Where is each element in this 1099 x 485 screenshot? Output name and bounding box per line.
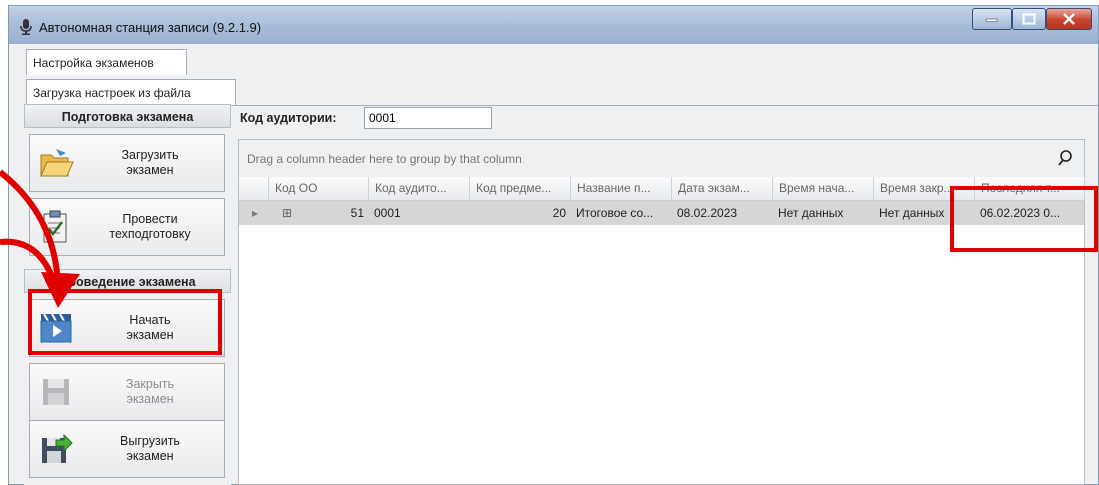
- microphone-icon: [19, 19, 33, 35]
- floppy-disk-icon: [38, 374, 74, 410]
- column-header-auditorium-code[interactable]: Код аудито...: [369, 177, 470, 201]
- maximize-button[interactable]: [1012, 8, 1046, 30]
- cell-name: Итоговое со...: [576, 206, 654, 220]
- table-row[interactable]: ▸ ⊞ 51 0001 20 Итоговое со... 08.02.2023…: [239, 201, 1084, 225]
- column-header-indicator: [239, 177, 269, 201]
- close-icon: [1063, 13, 1075, 25]
- section-title-conduct: Проведение экзамена: [24, 269, 231, 293]
- maximize-icon: [1022, 13, 1036, 25]
- column-header-end-time[interactable]: Время закр...: [874, 177, 975, 201]
- title-bar: Автономная станция записи (9.2.1.9): [9, 6, 1098, 44]
- close-exam-button[interactable]: Закрыть экзамен: [29, 363, 225, 421]
- tab-exam-settings[interactable]: Настройка экзаменов: [26, 49, 187, 75]
- tab-load-settings[interactable]: Загрузка настроек из файла: [26, 79, 236, 105]
- group-panel: Drag a column header here to group by th…: [239, 140, 1084, 178]
- close-exam-label: Закрыть экзамен: [125, 377, 175, 406]
- start-exam-button[interactable]: Начать экзамен: [29, 299, 225, 357]
- tech-prep-label: Провести техподготовку: [109, 212, 191, 241]
- column-header-oo-code[interactable]: Код ОО: [269, 177, 369, 201]
- section-title-preparation: Подготовка экзамена: [24, 104, 231, 128]
- tech-prep-button[interactable]: Провести техподготовку: [29, 198, 225, 256]
- cell-auditorium-code: 0001: [374, 206, 401, 220]
- clapperboard-play-icon: [38, 310, 74, 346]
- export-exam-label: Выгрузить экзамен: [120, 434, 180, 463]
- minimize-icon: [985, 18, 998, 22]
- load-exam-label: Загрузить экзамен: [121, 148, 179, 177]
- auditorium-code-input[interactable]: [364, 107, 492, 129]
- auditorium-code-label: Код аудитории:: [240, 111, 337, 125]
- column-header-last[interactable]: Последняя т...: [975, 177, 1085, 201]
- minimize-button[interactable]: [972, 8, 1012, 30]
- cell-oo-code: 51: [350, 206, 364, 220]
- column-header-name[interactable]: Название п...: [571, 177, 672, 201]
- left-panel: Подготовка экзамена Загрузить экзамен Пр…: [24, 104, 231, 485]
- expand-icon[interactable]: ⊞: [277, 201, 301, 225]
- column-header-subject-code[interactable]: Код предме...: [470, 177, 571, 201]
- window-title: Автономная станция записи (9.2.1.9): [39, 20, 262, 35]
- export-exam-button[interactable]: Выгрузить экзамен: [29, 420, 225, 478]
- floppy-export-icon: [38, 431, 74, 467]
- cell-subject-code: 20: [552, 206, 566, 220]
- open-folder-icon: [38, 145, 74, 181]
- close-button[interactable]: [1046, 8, 1092, 30]
- load-exam-button[interactable]: Загрузить экзамен: [29, 134, 225, 192]
- clipboard-check-icon: [38, 209, 74, 245]
- cell-exam-date: 08.02.2023: [677, 206, 738, 220]
- column-header-start-time[interactable]: Время нача...: [773, 177, 874, 201]
- cell-last: 06.02.2023 0...: [980, 206, 1061, 220]
- row-indicator-icon: ▸: [252, 206, 259, 220]
- start-exam-label: Начать экзамен: [126, 313, 174, 342]
- search-icon[interactable]: [1058, 149, 1076, 167]
- group-hint: Drag a column header here to group by th…: [247, 152, 522, 166]
- cell-end-time: Нет данных: [879, 206, 945, 220]
- column-header-exam-date[interactable]: Дата экзам...: [672, 177, 773, 201]
- exams-grid: Drag a column header here to group by th…: [238, 139, 1085, 485]
- cell-start-time: Нет данных: [778, 206, 844, 220]
